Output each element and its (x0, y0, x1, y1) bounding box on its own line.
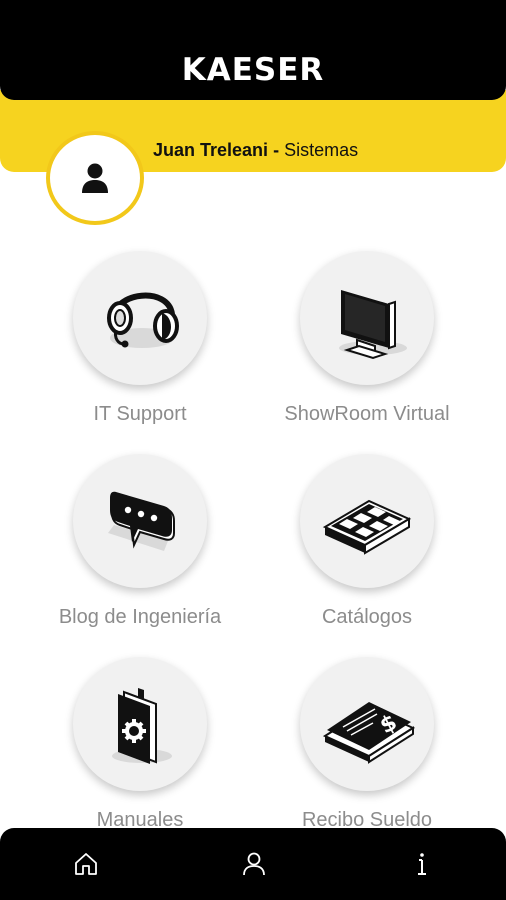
app-header: KAESER (0, 0, 506, 100)
home-icon (75, 853, 97, 875)
user-avatar[interactable] (46, 131, 144, 225)
kaeser-logo: KAESER (181, 52, 325, 88)
salary-receipt-icon: $ (322, 702, 416, 764)
menu-item-showroom-virtual[interactable]: ShowRoom Virtual (267, 251, 467, 426)
nav-info[interactable] (404, 846, 440, 882)
user-avatar-icon (82, 163, 108, 193)
bottom-navigation (0, 828, 506, 900)
user-name: Juan Treleani (153, 140, 269, 160)
menu-label: Catálogos (321, 606, 413, 628)
manual-book-icon (112, 688, 172, 764)
menu-item-catalogos[interactable]: Catálogos (267, 454, 467, 629)
menu-circle[interactable] (73, 657, 207, 791)
menu-label: ShowRoom Virtual (284, 403, 450, 425)
menu-item-it-support[interactable]: IT Support (40, 251, 240, 426)
menu-label: IT Support (93, 403, 187, 425)
menu-label: Blog de Ingeniería (58, 606, 222, 628)
user-info: Juan Treleani - Sistemas (153, 140, 358, 161)
menu-circle[interactable] (300, 454, 434, 588)
menu-item-blog-ingenieria[interactable]: Blog de Ingeniería (40, 454, 240, 629)
headset-icon (107, 292, 179, 348)
nav-profile[interactable] (236, 846, 272, 882)
profile-icon (243, 852, 265, 876)
user-separator: - (268, 140, 285, 160)
user-department: Sistemas (284, 140, 359, 160)
monitor-icon (339, 290, 407, 360)
menu-circle[interactable]: $ (300, 657, 434, 791)
nav-home[interactable] (68, 846, 104, 882)
info-icon (418, 853, 426, 875)
catalog-tray-icon (322, 499, 412, 555)
chat-bubble-icon (108, 491, 175, 551)
menu-item-recibo-sueldo[interactable]: $ Recibo Sueldo (267, 657, 467, 832)
menu-circle[interactable] (73, 454, 207, 588)
menu-circle[interactable] (300, 251, 434, 385)
menu-item-manuales[interactable]: Manuales (40, 657, 240, 832)
menu-circle[interactable] (73, 251, 207, 385)
